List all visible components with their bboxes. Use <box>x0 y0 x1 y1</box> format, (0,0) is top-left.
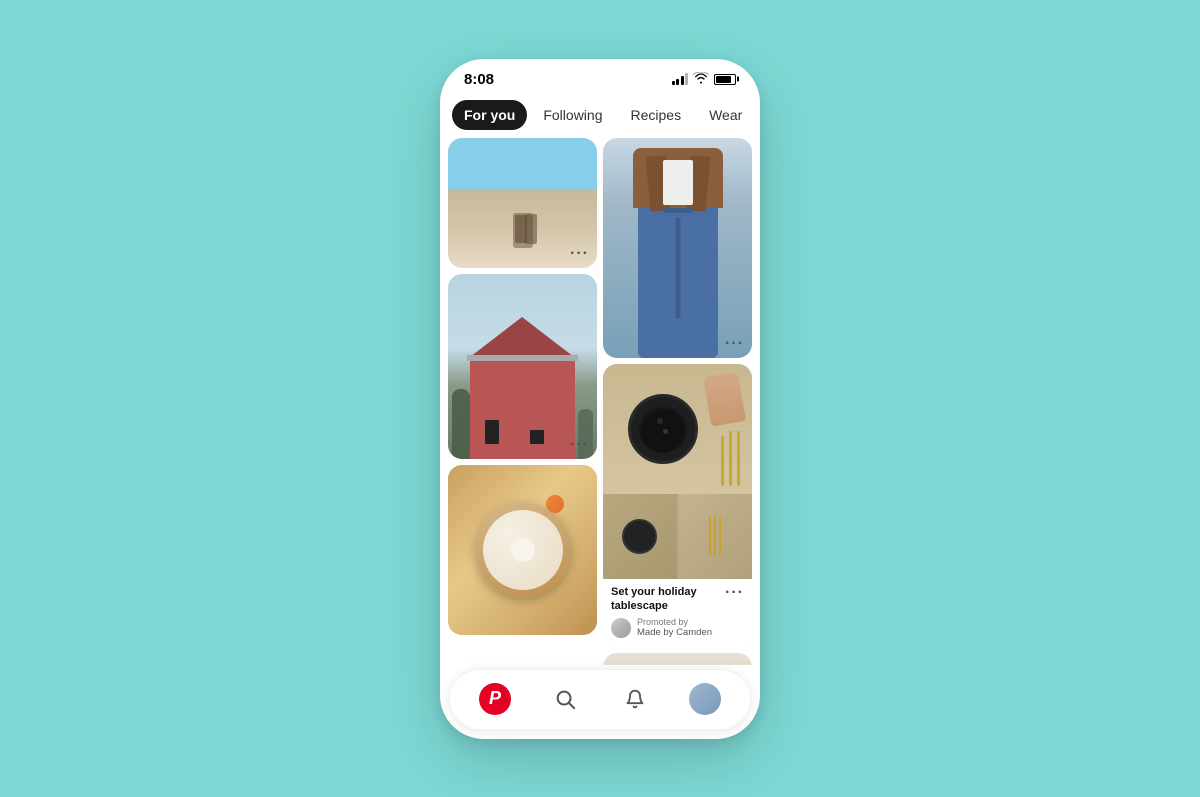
pin-card-tableware[interactable]: ··· Set your holiday tablescape Promoted… <box>603 364 752 648</box>
pin-image-pie <box>448 465 597 635</box>
pinterest-logo: P <box>479 683 511 715</box>
promoted-avatar <box>611 618 631 638</box>
tab-wear[interactable]: Wear <box>697 100 754 130</box>
pin-image-fashion <box>603 138 752 358</box>
promoted-info: Promoted by Made by Camden <box>611 617 744 639</box>
status-time: 8:08 <box>464 71 494 88</box>
tab-recipes[interactable]: Recipes <box>618 100 693 130</box>
wifi-icon <box>693 72 709 87</box>
column-right: ··· <box>603 138 752 665</box>
pin-info-tableware: ··· Set your holiday tablescape Promoted… <box>603 579 752 648</box>
signal-icon <box>672 73 689 85</box>
promoted-by: Made by Camden <box>637 627 712 639</box>
pin-card-room[interactable] <box>603 653 752 664</box>
status-bar: 8:08 <box>440 59 760 94</box>
content-area: ··· <box>440 138 760 665</box>
tab-for-you[interactable]: For you <box>452 100 527 130</box>
bottom-nav: P <box>450 669 750 729</box>
promoted-label: Promoted by <box>637 617 712 627</box>
nav-home[interactable]: P <box>475 679 515 719</box>
profile-avatar <box>689 683 721 715</box>
phone-frame: 8:08 For you Following Recipes Wear <box>440 59 760 739</box>
battery-icon <box>714 74 736 85</box>
pin-image-room <box>603 653 752 664</box>
tab-following[interactable]: Following <box>531 100 614 130</box>
nav-profile[interactable] <box>685 679 725 719</box>
pin-image-tableware-bottom <box>603 494 752 579</box>
pin-image-tableware-top <box>603 364 752 494</box>
nav-notifications[interactable] <box>615 679 655 719</box>
more-options-beach[interactable]: ··· <box>570 246 589 262</box>
promoted-text-block: Promoted by Made by Camden <box>637 617 712 639</box>
column-left: ··· <box>448 138 597 665</box>
more-options-fashion[interactable]: ··· <box>725 336 744 352</box>
pin-card-beach[interactable]: ··· <box>448 138 597 268</box>
nav-search[interactable] <box>545 679 585 719</box>
pin-card-fashion[interactable]: ··· <box>603 138 752 358</box>
status-icons <box>672 72 737 87</box>
pin-card-house[interactable]: ··· <box>448 274 597 459</box>
pinterest-p-letter: P <box>489 688 501 709</box>
pin-grid: ··· <box>448 138 752 665</box>
tab-bar: For you Following Recipes Wear <box>440 94 760 138</box>
more-options-house[interactable]: ··· <box>570 437 589 453</box>
bell-icon <box>625 689 645 709</box>
more-options-tableware[interactable]: ··· <box>725 585 744 601</box>
pin-image-house <box>448 274 597 459</box>
pin-card-pie[interactable] <box>448 465 597 635</box>
search-icon <box>554 688 576 710</box>
